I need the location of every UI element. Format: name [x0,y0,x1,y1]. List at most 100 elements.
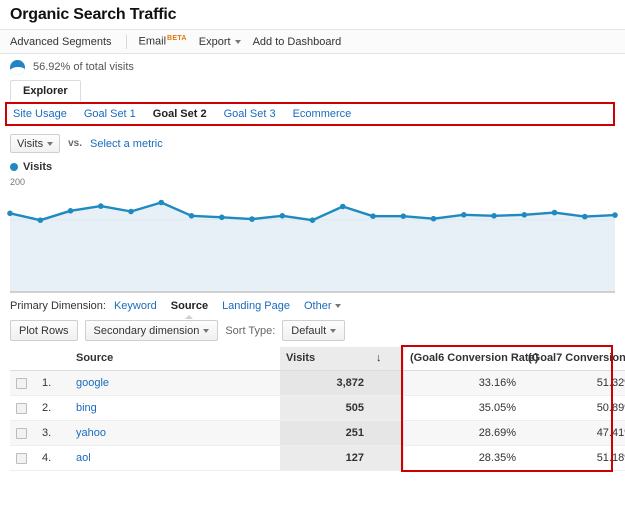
table-row: 3. yahoo 251 28.69%47.41% [10,420,625,446]
segment-pie-icon [10,59,25,75]
table-row: 4. aol 127 28.35%51.18% [10,445,625,471]
tab-site-usage[interactable]: Site Usage [13,108,67,120]
row-visits-spacer [370,395,404,421]
row-checkbox[interactable] [16,402,27,414]
beta-badge: BETA [167,35,187,43]
row-index: 4. [36,445,70,471]
plot-rows-button[interactable]: Plot Rows [10,320,78,341]
row-checkbox[interactable] [16,452,27,464]
row-source: aol [70,445,280,471]
row-checkbox[interactable] [16,427,27,439]
secondary-dimension-dropdown[interactable]: Secondary dimension [84,320,219,341]
explorer-tab-strip: Explorer [0,80,625,102]
primary-dimension-label: Primary Dimension: [10,300,106,312]
primary-dimension-row: Primary Dimension: Keyword Source Landin… [0,293,625,319]
metric-dropdown-value: Visits [17,137,44,150]
tab-explorer[interactable]: Explorer [10,80,81,101]
row-goal7: 47.41% [522,420,625,446]
primary-dimension-landing-page[interactable]: Landing Page [222,300,290,312]
table-controls-row: Plot Rows Secondary dimension Sort Type:… [0,316,625,347]
row-goal6: 33.16% [404,370,522,396]
sort-type-dropdown[interactable]: Default [282,320,346,341]
primary-dimension-source[interactable]: Source [171,300,208,319]
row-goal7: 51.18% [522,445,625,471]
toolbar: Advanced Segments EmailBETA Export Add t… [0,29,625,54]
add-to-dashboard-button[interactable]: Add to Dashboard [253,36,354,48]
row-checkbox-cell [10,395,36,421]
header-goal7-conversion-rate[interactable]: (Goal7 Conversion Rate) [522,347,625,371]
primary-dimension-keyword[interactable]: Keyword [114,300,157,312]
sort-type-value: Default [291,324,327,337]
row-visits-spacer [370,370,404,396]
table-head: Source Visits ↓ (Goal6 Conversion Rate) … [10,347,625,371]
chart-plot-area [7,199,618,291]
table-body: 1. google 3,872 33.16%51.32% 2. bing 505 35.05%… [10,370,625,471]
source-link[interactable]: google [76,377,109,389]
row-checkbox-cell [10,370,36,396]
metric-selector-row: Visits vs. Select a metric [0,126,625,157]
chevron-down-icon [203,328,210,333]
row-visits: 3,872 [280,370,370,396]
table-row: 1. google 3,872 33.16%51.32% [10,370,625,396]
data-table-wrap: Source Visits ↓ (Goal6 Conversion Rate) … [0,345,625,472]
primary-dimension-other[interactable]: Other [304,300,342,312]
chevron-down-icon [47,141,54,146]
sort-descending-icon[interactable]: ↓ [370,347,404,371]
sort-type-label: Sort Type: [225,324,276,337]
row-visits: 127 [280,445,370,471]
row-goal6: 35.05% [404,395,522,421]
row-visits-spacer [370,420,404,446]
goal-set-tabs-highlight-box: Site Usage Goal Set 1 Goal Set 2 Goal Se… [5,102,615,126]
export-button[interactable]: Export [199,36,253,48]
export-label: Export [198,35,231,48]
page-title: Organic Search Traffic [10,6,177,23]
advanced-segments-button[interactable]: Advanced Segments [10,36,124,48]
email-button[interactable]: EmailBETA [139,35,199,48]
legend-color-dot [10,163,18,171]
header-index [36,347,70,371]
row-source: google [70,370,280,396]
source-link[interactable]: bing [76,402,97,414]
header-checkbox [10,347,36,371]
header-goal6-conversion-rate[interactable]: (Goal6 Conversion Rate) [404,347,538,371]
row-source: yahoo [70,420,280,446]
chevron-down-icon [335,304,342,309]
header-source[interactable]: Source [70,347,280,371]
legend-label: Visits [23,161,53,173]
tab-ecommerce[interactable]: Ecommerce [293,108,352,120]
row-checkbox-cell [10,420,36,446]
header-visits-label: Visits [286,352,316,364]
row-goal6: 28.69% [404,420,522,446]
row-visits-spacer [370,445,404,471]
source-link[interactable]: aol [76,452,91,464]
segment-summary-row: 56.92% of total visits [0,54,625,80]
row-index: 1. [36,370,70,396]
toolbar-divider [125,34,127,49]
title-bar: Organic Search Traffic [0,0,625,29]
metric-dropdown[interactable]: Visits [10,134,61,153]
row-goal7: 51.32% [522,370,625,396]
visits-line-chart: 200 120 [0,177,625,293]
primary-dimension-other-label: Other [303,300,332,312]
header-visits[interactable]: Visits [280,347,370,371]
data-table: Source Visits ↓ (Goal6 Conversion Rate) … [10,347,625,471]
row-visits: 505 [280,395,370,421]
segment-summary-text: 56.92% of total visits [33,61,134,73]
row-goal6: 28.35% [404,445,522,471]
row-index: 2. [36,395,70,421]
vs-label: vs. [68,138,82,149]
tab-goal-set-3[interactable]: Goal Set 3 [224,108,276,120]
table-row: 2. bing 505 35.05%50.89% [10,395,625,421]
row-checkbox-cell [10,445,36,471]
table-header-row: Source Visits ↓ (Goal6 Conversion Rate) … [10,347,625,371]
tab-goal-set-1[interactable]: Goal Set 1 [84,108,136,120]
row-checkbox[interactable] [16,377,27,389]
chevron-down-icon [330,328,337,333]
chart-legend: Visits [0,157,625,175]
select-a-metric-link[interactable]: Select a metric [90,138,163,150]
source-link[interactable]: yahoo [76,427,106,439]
chevron-down-icon [234,39,241,44]
row-source: bing [70,395,280,421]
tab-goal-set-2[interactable]: Goal Set 2 [153,108,207,120]
row-index: 3. [36,420,70,446]
